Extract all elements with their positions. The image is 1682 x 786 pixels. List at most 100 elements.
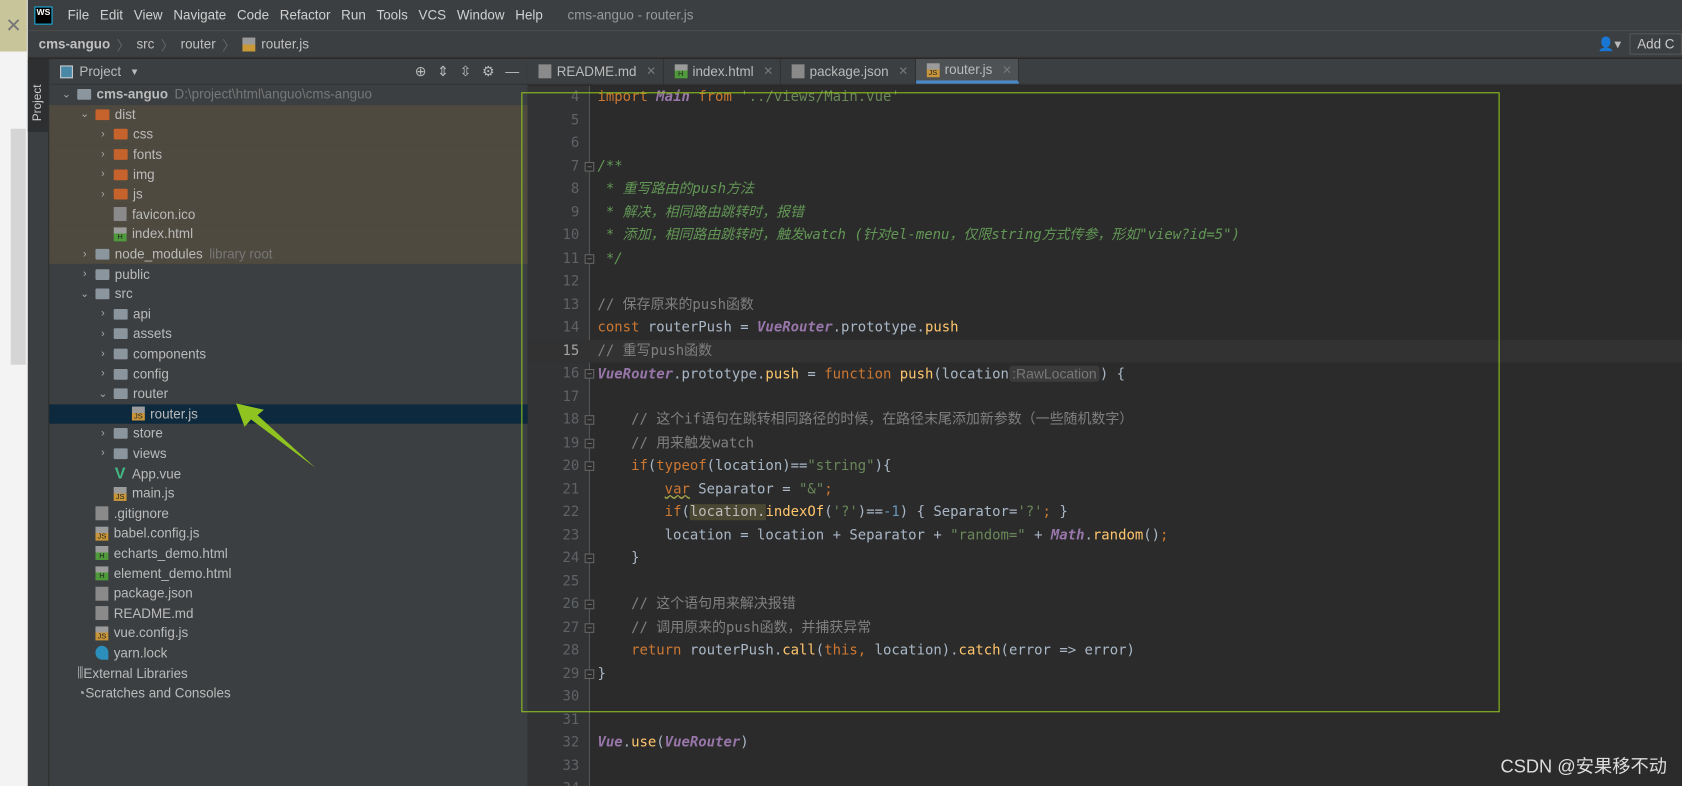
close-tab-icon[interactable]: ✕ [1002,63,1012,77]
locate-icon[interactable]: ⊕ [415,63,427,80]
tree-item[interactable]: JS router.js [49,403,528,424]
chevron-right-icon[interactable]: › [97,189,110,201]
breadcrumb-project[interactable]: cms-anguo [39,36,111,51]
line-number: 19 [562,434,580,452]
tree-item[interactable]: ⌄ cms-anguo D:\project\html\anguo\cms-angu… [49,85,527,105]
tree-item[interactable]: › img [49,164,528,185]
chevron-down-icon[interactable]: ⌄ [97,388,110,400]
tree-item[interactable]: JS babel.config.js [49,524,527,544]
chevron-right-icon[interactable]: › [97,308,110,320]
tree-item[interactable]: › assets [49,324,527,344]
chevron-right-icon[interactable]: › [97,328,110,340]
line-number: 34 [528,778,579,786]
token-kw: this, [824,642,875,659]
hide-icon[interactable]: — [505,63,519,80]
tree-item[interactable]: ◔ Scratches and Consoles [49,683,527,703]
menu-refactor[interactable]: Refactor [274,8,335,23]
menu-tools[interactable]: Tools [371,8,413,23]
breadcrumb-file[interactable]: router.js [261,36,309,51]
project-view-selector[interactable]: Project [79,64,121,79]
tree-item[interactable]: › fonts [49,144,528,165]
tree-item[interactable]: .gitignore [49,504,527,524]
chevron-down-icon[interactable]: ⌄ [78,109,91,121]
tree-item[interactable]: › js [49,184,528,205]
chevron-right-icon[interactable]: › [97,348,110,360]
tab-package-json[interactable]: package.json ✕ [781,58,916,84]
project-tool-tab[interactable]: Project [27,58,50,132]
close-tab-icon[interactable]: ✕ [898,64,908,78]
tree-item[interactable]: README.md [49,603,527,623]
token-kw: function [824,366,900,383]
tree-item[interactable]: ⫼ External Libraries [49,663,527,683]
tree-item[interactable]: › components [49,344,527,364]
fold-marker-icon[interactable]: − [584,161,595,172]
tab-readme-md[interactable]: README.md ✕ [528,58,664,84]
fold-marker-icon[interactable]: − [584,438,595,448]
tree-item[interactable]: › config [49,364,527,384]
menu-navigate[interactable]: Navigate [168,8,232,23]
fold-marker-icon[interactable]: − [584,599,595,610]
fold-marker-icon[interactable]: − [584,668,595,679]
breadcrumb-src[interactable]: src [136,36,154,51]
token-cls: Vue [597,734,623,751]
token-cm: // 重写push函数 [597,342,713,359]
chevron-down-icon[interactable]: ⌄ [60,89,73,101]
close-tab-icon[interactable]: ✕ [763,64,773,78]
expand-all-icon[interactable]: ⇕ [437,63,449,80]
tab-router-js[interactable]: JS router.js ✕ [915,58,1020,84]
tree-item[interactable]: Hindex.html [49,224,528,245]
user-icon[interactable]: 👤▾ [1598,35,1621,52]
tree-item[interactable]: favicon.ico [49,204,528,225]
chevron-right-icon[interactable]: › [97,368,110,380]
chevron-right-icon[interactable]: › [78,248,91,260]
line-number: 27 [562,619,580,636]
fold-marker-icon[interactable]: − [584,415,595,425]
chevron-right-icon[interactable]: › [97,149,110,161]
chevron-right-icon[interactable]: › [78,268,91,280]
add-configuration-button[interactable]: Add C [1629,33,1682,55]
fold-marker-icon[interactable]: − [584,369,595,379]
tree-item[interactable]: yarn.lock [49,643,527,663]
menu-vcs[interactable]: VCS [413,8,451,23]
tab-index-html[interactable]: Hindex.html ✕ [664,58,781,84]
close-tab-icon[interactable]: ✕ [646,64,656,78]
code-editor[interactable]: 4 import Main from '../views/Main.vue' 5 6 7… [527,85,1682,786]
gear-icon[interactable]: ⚙ [482,63,495,80]
tree-item[interactable]: › public [49,264,527,284]
tree-item-label: views [133,446,167,462]
chevron-right-icon[interactable]: › [97,448,110,460]
menu-help[interactable]: Help [510,8,548,23]
chevron-right-icon[interactable]: › [97,129,110,141]
plain-file-icon [538,64,552,79]
chevron-right-icon[interactable]: › [97,169,110,181]
tree-item[interactable]: › css [49,124,528,145]
chevron-right-icon[interactable]: › [97,428,110,440]
tree-item[interactable]: JS main.js [49,484,527,504]
tree-item[interactable]: Helement_demo.html [49,563,527,583]
tree-item[interactable]: ⌄ src [49,284,527,304]
tree-item[interactable]: ⌄ dist [49,104,528,125]
tree-item[interactable]: V App.vue [49,464,527,484]
fold-marker-icon[interactable]: − [584,553,595,564]
menu-edit[interactable]: Edit [95,8,129,23]
tree-item[interactable]: › views [49,444,527,464]
collapse-all-icon[interactable]: ⇳ [460,63,472,80]
menu-file[interactable]: File [62,8,94,23]
breadcrumb-router[interactable]: router [181,36,216,51]
tree-item[interactable]: package.json [49,583,527,603]
menu-run[interactable]: Run [336,8,371,23]
fold-marker-icon[interactable]: − [584,461,595,471]
tree-item[interactable]: › store [49,424,527,444]
fold-marker-icon[interactable]: − [584,253,595,264]
menu-window[interactable]: Window [451,8,509,23]
chevron-down-icon[interactable]: ⌄ [78,288,91,300]
tree-item[interactable]: JS vue.config.js [49,623,527,643]
menu-code[interactable]: Code [232,8,275,23]
chevron-down-icon[interactable]: ▼ [130,66,140,77]
tree-item[interactable]: › api [49,304,527,324]
menu-view[interactable]: View [128,8,168,23]
fold-marker-icon[interactable]: − [584,622,595,633]
tree-item[interactable]: Hecharts_demo.html [49,543,527,563]
tree-item[interactable]: ⌄ router [49,384,527,404]
tree-item[interactable]: › node_modules library root [49,244,528,265]
